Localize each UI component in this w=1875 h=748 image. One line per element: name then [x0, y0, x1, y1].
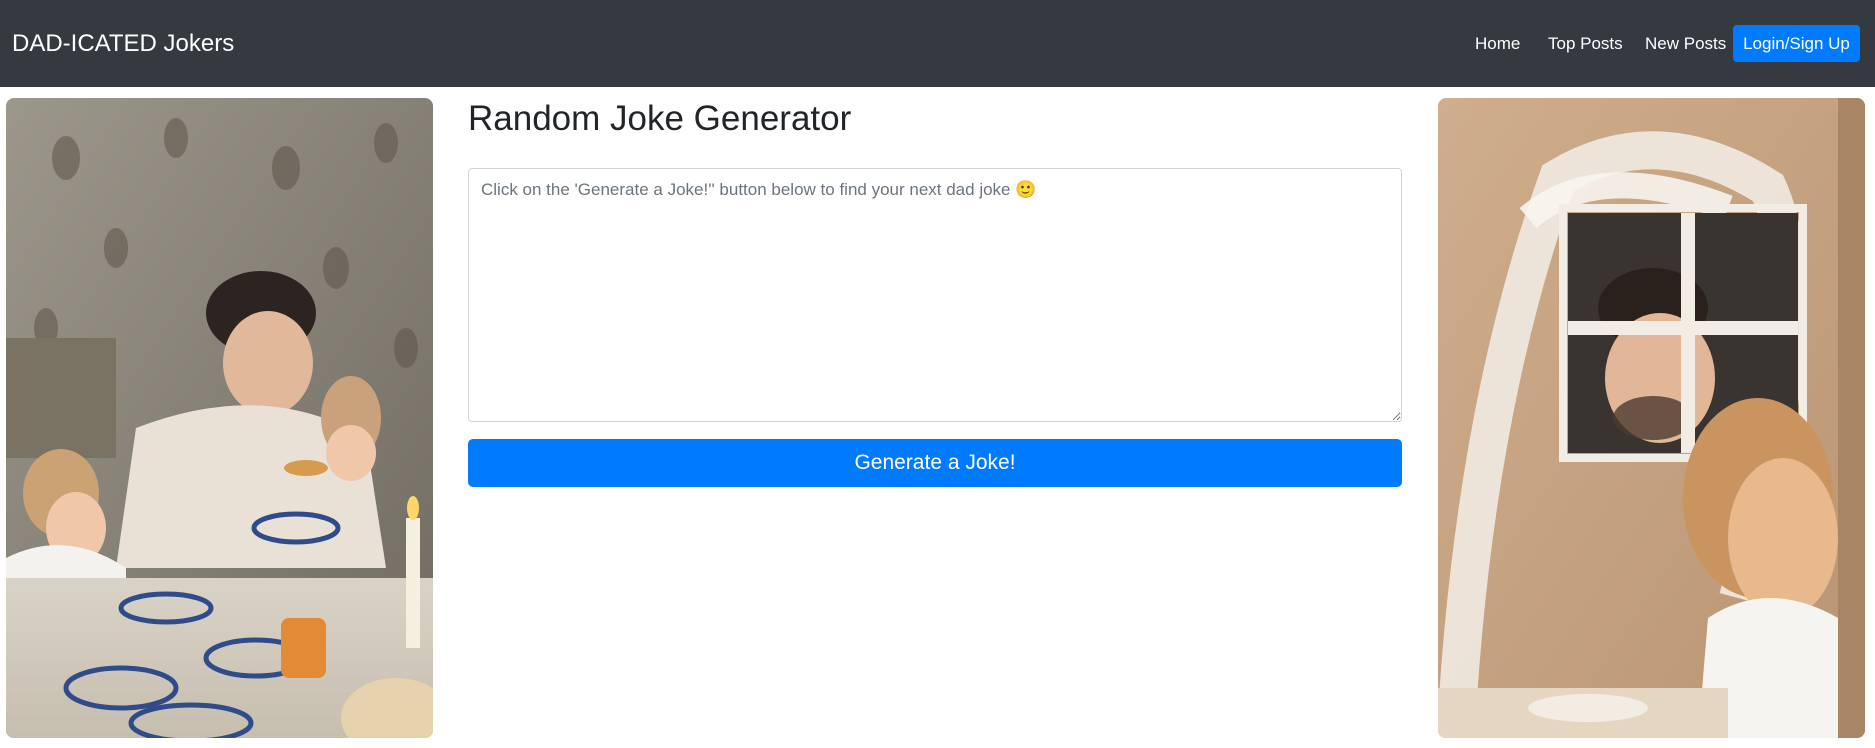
nav-new-posts-link[interactable]: New Posts [1645, 33, 1726, 55]
nav-home-link[interactable]: Home [1475, 33, 1520, 55]
joke-textarea[interactable] [468, 168, 1402, 422]
nav-top-posts-link[interactable]: Top Posts [1548, 33, 1623, 55]
generate-joke-button[interactable]: Generate a Joke! [468, 439, 1402, 487]
login-signup-button[interactable]: Login/Sign Up [1733, 25, 1860, 62]
brand-logo[interactable]: DAD-ICATED Jokers [12, 30, 234, 58]
family-breakfast-photo [6, 98, 433, 738]
top-navbar: DAD-ICATED Jokers Home Top Posts New Pos… [0, 0, 1875, 87]
page-title: Random Joke Generator [468, 99, 852, 138]
father-child-window-photo [1438, 98, 1865, 738]
